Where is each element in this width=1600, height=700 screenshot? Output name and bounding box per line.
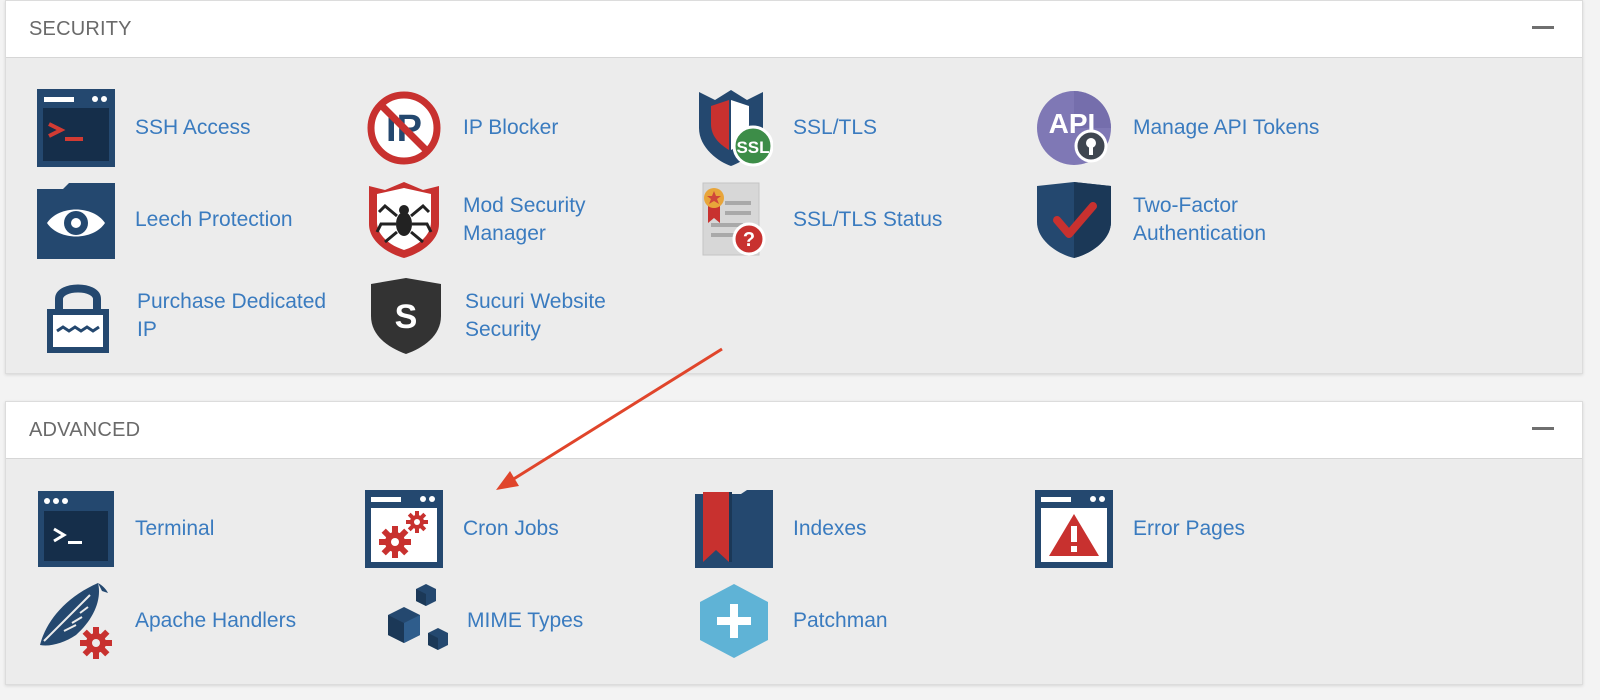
advanced-item-patchman[interactable]: Patchman xyxy=(694,581,888,661)
terminal-icon xyxy=(36,489,116,569)
padlock-icon xyxy=(38,276,118,356)
api-key-icon: API xyxy=(1034,88,1114,168)
security-panel: SECURITY SSH Access IP Blocker SSL SSL/T… xyxy=(5,0,1583,374)
security-item-ssl-tls[interactable]: SSL SSL/TLS xyxy=(694,88,877,168)
security-item-label: Manage API Tokens xyxy=(1133,116,1320,139)
security-item-ip-blocker[interactable]: IP IP Blocker xyxy=(364,88,558,168)
security-item-label: Sucuri Website Security xyxy=(465,290,606,341)
security-item-ssl-tls-status[interactable]: ? SSL/TLS Status xyxy=(694,180,942,260)
security-item-mod-security-manager[interactable]: Mod Security Manager xyxy=(364,180,673,260)
svg-text:SSL: SSL xyxy=(736,138,769,157)
svg-text:?: ? xyxy=(743,229,755,251)
security-item-label: SSH Access xyxy=(135,116,251,139)
security-item-label: IP Blocker xyxy=(463,116,559,139)
security-item-two-factor-authentication[interactable]: Two-Factor Authentication xyxy=(1034,180,1343,260)
spider-shield-icon xyxy=(364,180,444,260)
security-item-label: Purchase Dedicated IP xyxy=(137,290,327,341)
advanced-item-label: Indexes xyxy=(793,517,867,540)
advanced-item-label: MIME Types xyxy=(467,609,584,632)
security-item-label: SSL/TLS Status xyxy=(793,208,943,231)
security-panel-title: SECURITY xyxy=(29,18,132,40)
ssl-shield-icon: SSL xyxy=(694,88,774,168)
cron-gears-icon xyxy=(364,489,444,569)
security-item-leech-protection[interactable]: Leech Protection xyxy=(36,180,293,260)
security-item-label: SSL/TLS xyxy=(793,116,878,139)
sucuri-shield-icon: S xyxy=(366,276,446,356)
security-item-ssh-access[interactable]: SSH Access xyxy=(36,88,251,168)
advanced-item-apache-handlers[interactable]: Apache Handlers xyxy=(36,581,296,661)
security-item-label: Leech Protection xyxy=(135,208,293,231)
advanced-collapse-button[interactable] xyxy=(1532,427,1554,430)
advanced-item-label: Apache Handlers xyxy=(135,609,297,632)
security-panel-header[interactable]: SECURITY xyxy=(6,1,1582,58)
advanced-item-error-pages[interactable]: Error Pages xyxy=(1034,489,1245,569)
advanced-item-label: Patchman xyxy=(793,609,888,632)
error-warning-icon xyxy=(1034,489,1114,569)
advanced-item-cron-jobs[interactable]: Cron Jobs xyxy=(364,489,559,569)
eye-folder-icon xyxy=(36,180,116,260)
advanced-panel: ADVANCED Terminal Cron Jobs Indexes Erro… xyxy=(5,401,1583,685)
feather-gear-icon xyxy=(36,581,116,661)
advanced-panel-header[interactable]: ADVANCED xyxy=(6,402,1582,459)
advanced-item-indexes[interactable]: Indexes xyxy=(694,489,867,569)
checkmark-shield-icon xyxy=(1034,180,1114,260)
advanced-item-mime-types[interactable]: MIME Types xyxy=(368,581,583,661)
index-bookmark-icon xyxy=(694,489,774,569)
certificate-question-icon: ? xyxy=(694,180,774,260)
security-collapse-button[interactable] xyxy=(1532,26,1554,29)
security-item-label: Two-Factor Authentication xyxy=(1133,194,1267,245)
security-item-sucuri-website-security[interactable]: S Sucuri Website Security xyxy=(366,276,675,356)
advanced-item-label: Terminal xyxy=(135,517,215,540)
terminal-window-icon xyxy=(36,88,116,168)
cubes-icon xyxy=(368,581,448,661)
advanced-item-label: Error Pages xyxy=(1133,517,1246,540)
security-item-manage-api-tokens[interactable]: API Manage API Tokens xyxy=(1034,88,1319,168)
security-item-purchase-dedicated-ip[interactable]: Purchase Dedicated IP xyxy=(38,276,347,356)
plus-hexagon-icon xyxy=(694,581,774,661)
advanced-panel-title: ADVANCED xyxy=(29,419,141,441)
ip-blocked-icon: IP xyxy=(364,88,444,168)
security-item-label: Mod Security Manager xyxy=(463,194,586,245)
advanced-item-label: Cron Jobs xyxy=(463,517,559,540)
advanced-item-terminal[interactable]: Terminal xyxy=(36,489,214,569)
svg-text:S: S xyxy=(395,298,418,336)
